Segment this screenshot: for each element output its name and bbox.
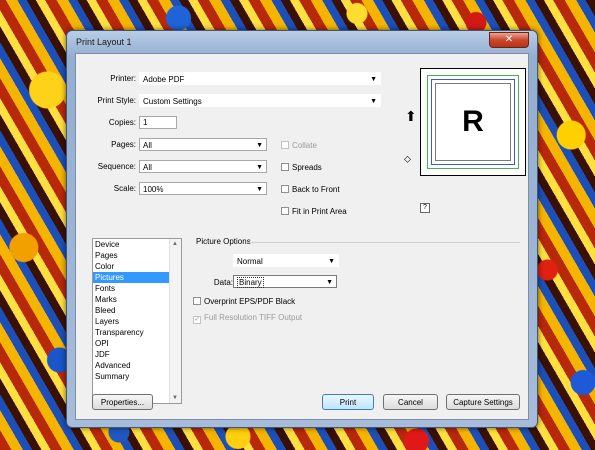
cancel-button[interactable]: Cancel: [383, 394, 438, 410]
chevron-down-icon: ▼: [256, 142, 263, 149]
printer-value: Adobe PDF: [143, 75, 185, 84]
list-item[interactable]: Summary: [93, 371, 171, 382]
window-title: Print Layout 1: [76, 37, 132, 47]
data-label: Data:: [213, 278, 233, 287]
preview-letter: R: [435, 83, 511, 161]
pages-select[interactable]: All ▼: [139, 138, 267, 151]
category-list[interactable]: Device Pages Color Pictures Fonts Marks Bleed L…: [92, 238, 182, 404]
group-divider: [246, 242, 520, 243]
printer-select[interactable]: Adobe PDF ▼: [139, 72, 381, 85]
scale-select[interactable]: 100% ▼: [139, 182, 267, 195]
checkbox-box: [193, 297, 201, 305]
list-item[interactable]: Pages: [93, 250, 171, 261]
overprint-checkbox[interactable]: Overprint EPS/PDF Black: [193, 296, 295, 307]
sequence-label: Sequence:: [97, 162, 136, 171]
chevron-down-icon: ▼: [370, 98, 377, 105]
scale-value: 100%: [143, 185, 164, 194]
scroll-up-icon[interactable]: ▲: [172, 241, 178, 247]
spreads-checkbox[interactable]: Spreads: [281, 162, 322, 173]
data-value: Binary: [237, 277, 264, 288]
back-to-front-checkbox[interactable]: Back to Front: [281, 184, 340, 195]
paper-boundary: R: [427, 75, 519, 169]
chevron-down-icon: ▼: [326, 279, 333, 286]
chevron-down-icon: ▼: [256, 164, 263, 171]
chevron-down-icon: ▼: [256, 186, 263, 193]
checkbox-box: [281, 141, 289, 149]
help-icon[interactable]: ?: [420, 203, 430, 213]
eraser-icon[interactable]: ⬦: [404, 154, 411, 165]
list-item[interactable]: Marks: [93, 294, 171, 305]
print-style-value: Custom Settings: [143, 97, 202, 106]
printable-area: R: [431, 79, 515, 165]
chevron-down-icon: ▼: [370, 76, 377, 83]
list-item[interactable]: Color: [93, 261, 171, 272]
scroll-down-icon[interactable]: ▼: [172, 395, 178, 401]
copies-label: Copies:: [108, 118, 136, 127]
picture-options-title: Picture Options: [196, 237, 251, 246]
list-item[interactable]: Advanced: [93, 360, 171, 371]
page-preview: R: [420, 68, 526, 176]
fit-in-print-area-checkbox[interactable]: Fit in Print Area: [281, 206, 347, 217]
output-value: Normal: [237, 257, 263, 266]
dialog-body: Printer: Adobe PDF ▼ Print Style: Custom…: [75, 53, 529, 420]
checkbox-box: [281, 207, 289, 215]
list-item[interactable]: Transparency: [93, 327, 171, 338]
output-select[interactable]: Normal ▼: [233, 254, 339, 267]
list-item[interactable]: Bleed: [93, 305, 171, 316]
data-select[interactable]: Binary ▼: [233, 275, 337, 288]
list-item[interactable]: Fonts: [93, 283, 171, 294]
list-scrollbar[interactable]: ▲ ▼: [169, 239, 181, 403]
print-style-select[interactable]: Custom Settings ▼: [139, 94, 381, 107]
print-button[interactable]: Print: [322, 394, 374, 410]
list-item[interactable]: OPI: [93, 338, 171, 349]
scale-label: Scale:: [113, 184, 136, 193]
checkbox-box: [281, 163, 289, 171]
print-dialog: Print Layout 1 ✕ Printer: Adobe PDF ▼ Pr…: [66, 30, 538, 428]
full-resolution-checkbox[interactable]: ✓ Full Resolution TIFF Output: [193, 312, 302, 324]
sequence-value: All: [143, 163, 152, 172]
properties-button[interactable]: Properties...: [92, 394, 153, 410]
sequence-select[interactable]: All ▼: [139, 160, 267, 173]
copies-field[interactable]: 1: [139, 116, 177, 129]
collate-checkbox[interactable]: Collate: [281, 140, 317, 151]
checkmark-icon: ✓: [193, 316, 201, 324]
close-button[interactable]: ✕: [489, 32, 529, 48]
print-style-label: Print Style:: [97, 96, 136, 105]
feed-direction-icon: ⬆: [405, 108, 417, 124]
pages-value: All: [143, 141, 152, 150]
chevron-down-icon: ▼: [328, 258, 335, 265]
category-items: Device Pages Color Pictures Fonts Marks Bleed L…: [93, 239, 181, 382]
pages-label: Pages:: [111, 140, 136, 149]
list-item[interactable]: Layers: [93, 316, 171, 327]
capture-settings-button[interactable]: Capture Settings: [446, 394, 520, 410]
list-item[interactable]: Pictures: [93, 272, 171, 283]
list-item[interactable]: Device: [93, 239, 171, 250]
printer-label: Printer:: [110, 74, 136, 83]
list-item[interactable]: JDF: [93, 349, 171, 360]
checkbox-box: [281, 185, 289, 193]
